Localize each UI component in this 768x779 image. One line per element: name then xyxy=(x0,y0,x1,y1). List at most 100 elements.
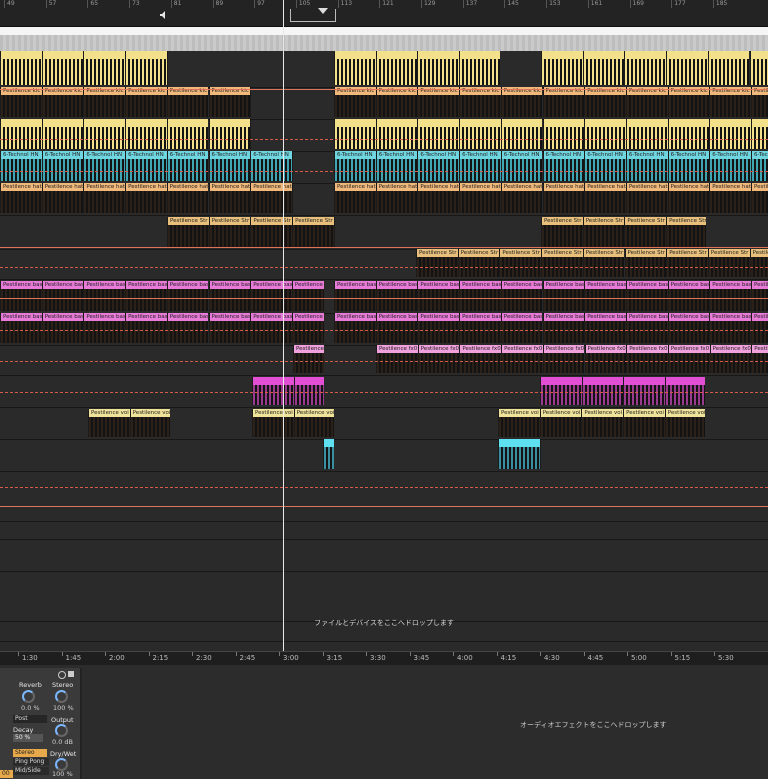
clip[interactable]: 6-Technol HN xyxy=(500,151,543,181)
loop-brace[interactable] xyxy=(290,9,336,22)
clip[interactable] xyxy=(293,377,324,405)
automation-line-dashed[interactable] xyxy=(0,361,768,362)
clip[interactable]: Pestilence bas xyxy=(751,313,768,343)
clip[interactable]: Pestilence bas xyxy=(751,281,768,311)
clip[interactable]: 6-Technol HN xyxy=(709,151,751,181)
clip[interactable]: Pestilence kic xyxy=(375,87,418,117)
clip[interactable]: Pestilence kic xyxy=(709,87,751,117)
clip[interactable] xyxy=(41,119,84,149)
clip[interactable]: 6-Technol HN xyxy=(291,151,293,181)
clip[interactable]: Pestilence kic xyxy=(751,87,768,117)
clip[interactable] xyxy=(250,119,252,149)
clip[interactable]: Pestilence bas xyxy=(584,281,626,311)
clip[interactable]: Pestilence bas xyxy=(625,313,668,343)
clip[interactable]: 6-Technol HN xyxy=(417,151,460,181)
clip[interactable]: Pestilence bas xyxy=(0,281,42,311)
automation-line-dashed[interactable] xyxy=(0,171,768,172)
clip[interactable]: Pestilence hat xyxy=(459,183,501,213)
reverb-knob[interactable] xyxy=(22,690,35,703)
track-lane[interactable]: Pestilence Str Pestilence Str Pestilence S… xyxy=(0,249,768,279)
clip[interactable] xyxy=(323,439,334,469)
clip[interactable]: Pestilence kic xyxy=(0,87,42,117)
clip[interactable]: Pestilence hat xyxy=(667,183,710,213)
reverb-value[interactable]: 0.0 % xyxy=(21,704,40,712)
track-lane[interactable] xyxy=(0,439,768,471)
clip[interactable] xyxy=(0,51,42,85)
clip[interactable]: Pestilence kic xyxy=(667,87,710,117)
clip[interactable]: Pestilence fx0 xyxy=(459,345,502,373)
clip[interactable] xyxy=(334,119,376,149)
clip[interactable]: Pestilence bas xyxy=(166,281,209,311)
clip[interactable]: Pestilence bas xyxy=(417,281,460,311)
clip[interactable] xyxy=(624,51,667,85)
clip[interactable]: Pestilence Str xyxy=(416,249,458,277)
device-save-icon[interactable] xyxy=(68,671,74,677)
clip[interactable]: Pestilence hat xyxy=(334,183,376,213)
drywet-value[interactable]: 100 % xyxy=(52,770,73,778)
track-lane[interactable]: Pestilence hat Pestilence hat Pestilence h… xyxy=(0,183,768,215)
clip[interactable] xyxy=(625,119,668,149)
clip[interactable]: Pestilence hat xyxy=(0,183,42,213)
marker-flag-icon[interactable] xyxy=(318,8,328,14)
clip[interactable]: Pestilence kic xyxy=(417,87,460,117)
clip[interactable]: Pestilence hat xyxy=(584,183,626,213)
stereo-knob[interactable] xyxy=(55,690,68,703)
arrangement-view[interactable]: Pestilence kic Pestilence kic Pestilence k… xyxy=(0,51,768,651)
clip[interactable]: Pestilence hat xyxy=(709,183,751,213)
clip[interactable]: Pestilence bas xyxy=(0,313,42,343)
post-dropdown[interactable]: Post xyxy=(13,715,47,723)
clip[interactable]: Pestilence Str xyxy=(707,249,750,277)
bar-ruler[interactable]: 49 57 65 73 81 89 97 105 113 121 129 137 145 153 161 16… xyxy=(0,0,768,27)
clip[interactable]: Pestilence Str xyxy=(541,249,583,277)
clip[interactable] xyxy=(83,51,126,85)
clip[interactable]: Pestilence kic xyxy=(83,87,126,117)
clip[interactable]: Pestilence Str xyxy=(582,217,625,247)
clip[interactable]: Pestilence voi xyxy=(623,409,665,437)
clip[interactable]: Pestilence Str xyxy=(624,249,667,277)
clip[interactable]: Pestilence Str xyxy=(624,217,667,247)
clip[interactable]: Pestilence bas xyxy=(166,313,209,343)
clip[interactable] xyxy=(709,119,751,149)
clip[interactable]: 6-Technol HN xyxy=(41,151,84,181)
clip[interactable]: Pestilence hat xyxy=(166,183,209,213)
clip[interactable]: Pestilence fx0 xyxy=(584,345,627,373)
clip[interactable] xyxy=(581,377,624,405)
clip[interactable]: Pestilence hat xyxy=(41,183,84,213)
clip[interactable] xyxy=(375,119,418,149)
clip[interactable] xyxy=(667,119,710,149)
automation-line-dashed[interactable] xyxy=(0,330,768,331)
clip[interactable]: 6-Technol HN xyxy=(0,151,42,181)
clip[interactable] xyxy=(83,119,126,149)
clip[interactable]: 6-Technol HN xyxy=(125,151,167,181)
clip[interactable]: Pestilence hat xyxy=(291,183,293,213)
clip[interactable]: Pestilence bas xyxy=(375,281,418,311)
clip[interactable]: Pestilence hat xyxy=(125,183,167,213)
clip[interactable]: Pestilence fx0 xyxy=(417,345,460,373)
track-lane[interactable]: Pestilence voi Pestilence voi Pestilence v… xyxy=(0,409,768,439)
clip[interactable] xyxy=(751,119,768,149)
automation-line[interactable] xyxy=(0,89,768,90)
clip[interactable] xyxy=(417,51,460,85)
stereo-value[interactable]: 100 % xyxy=(53,704,74,712)
clip[interactable] xyxy=(584,119,626,149)
clip[interactable] xyxy=(666,51,708,85)
automation-line-dashed[interactable] xyxy=(0,139,768,140)
clip[interactable]: Pestilence kic xyxy=(125,87,167,117)
clip[interactable] xyxy=(166,51,168,85)
clip[interactable]: Pestilence Str xyxy=(208,217,251,247)
clip[interactable] xyxy=(707,51,750,85)
automation-line-dashed[interactable] xyxy=(0,487,768,488)
decay-value[interactable]: 50 % xyxy=(13,734,43,742)
clip[interactable]: Pestilence bas xyxy=(250,281,292,311)
track-lane[interactable]: Pestilence bas Pestilence bas Pestilence b… xyxy=(0,313,768,345)
clip[interactable]: Pestilence Str xyxy=(292,217,334,247)
clip[interactable]: Pestilence bas xyxy=(41,313,84,343)
clip[interactable]: 6-Technol HN xyxy=(584,151,626,181)
clip[interactable]: Pestilence bas xyxy=(459,281,501,311)
clip[interactable]: Pestilence voi xyxy=(252,409,294,437)
clip[interactable]: Pestilence bas xyxy=(334,313,376,343)
clip[interactable]: 6-Technol HN xyxy=(542,151,585,181)
mode-stereo-button[interactable]: Stereo xyxy=(13,749,47,757)
clip[interactable]: 6-Technol HN xyxy=(166,151,209,181)
clip[interactable] xyxy=(125,51,167,85)
